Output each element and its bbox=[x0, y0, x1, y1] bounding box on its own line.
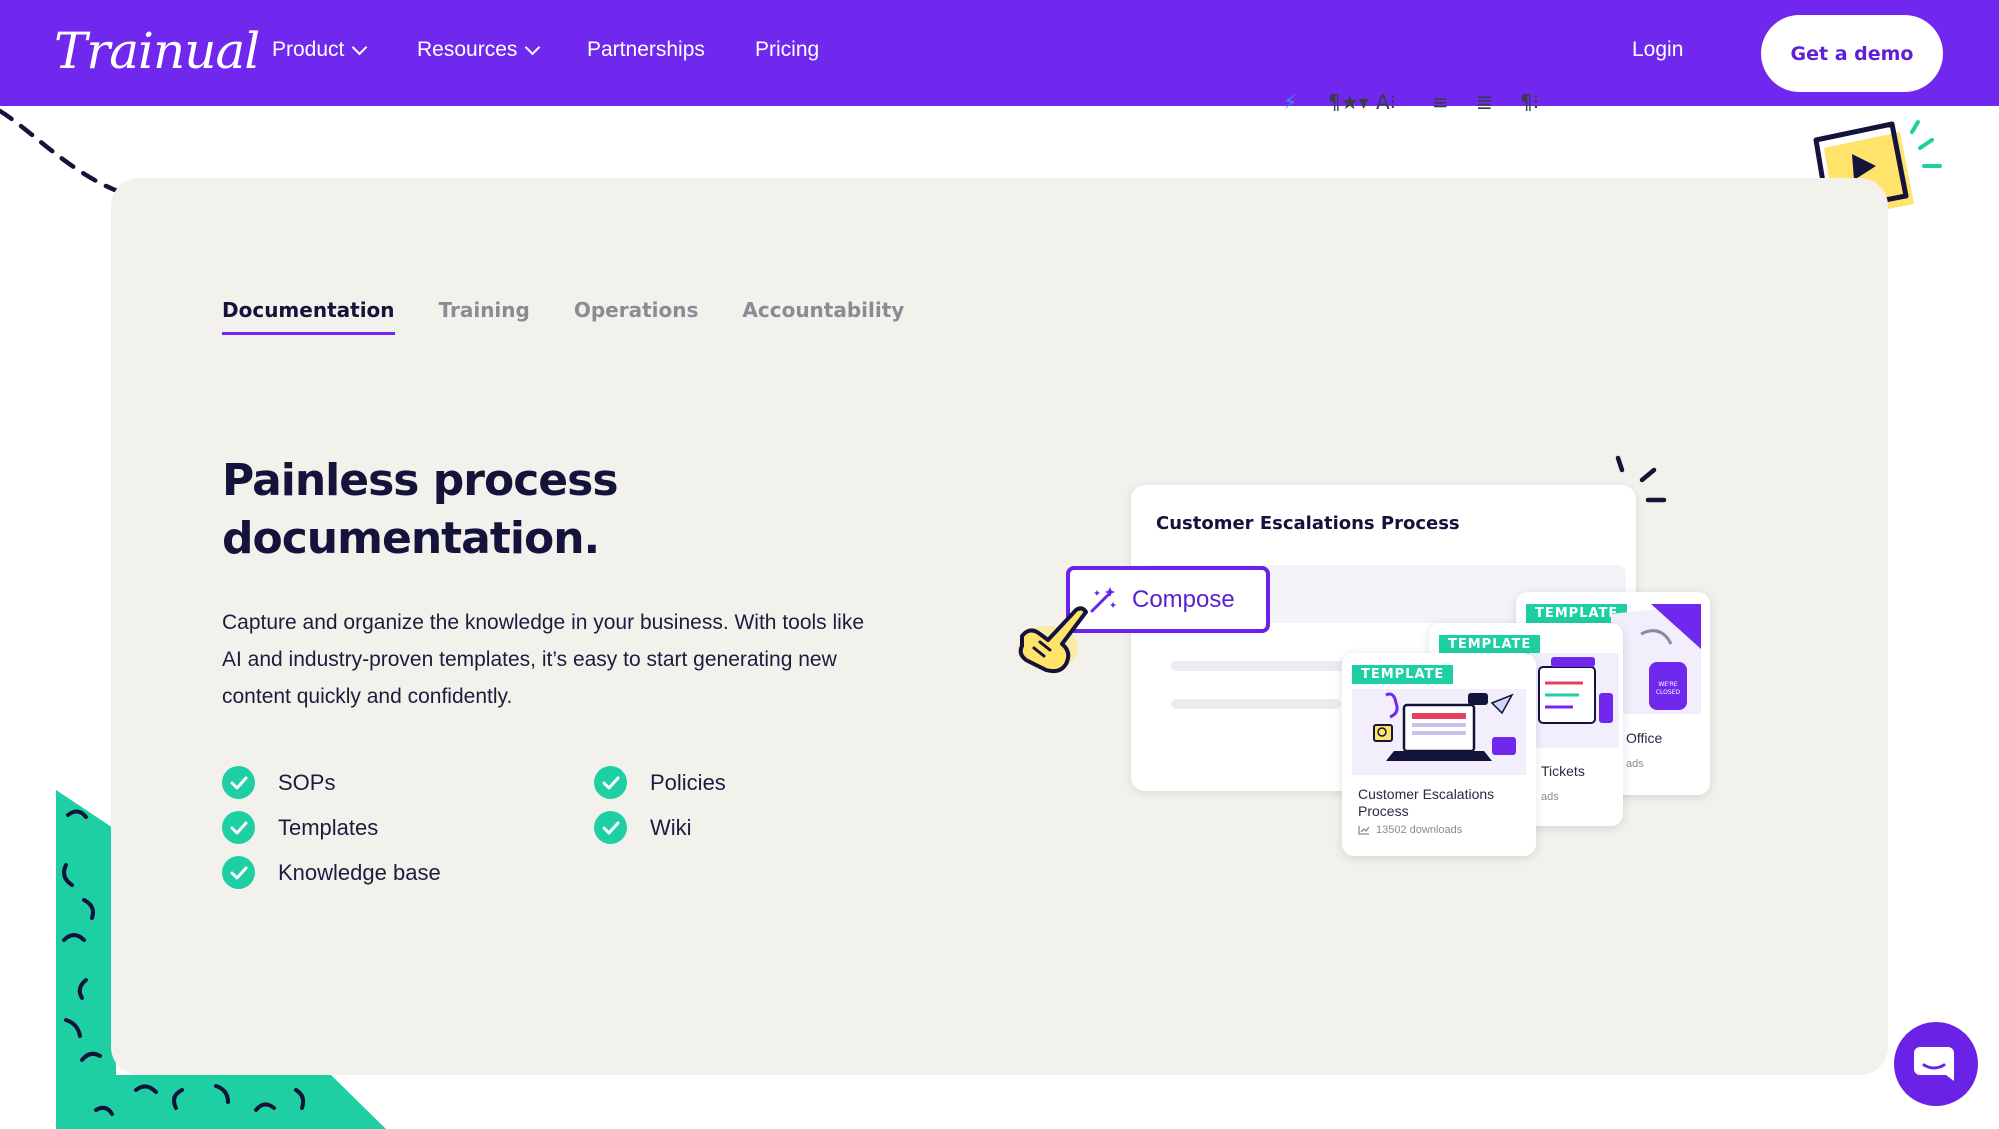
nav-pricing-label: Pricing bbox=[755, 38, 820, 61]
nav-partnerships-label: Partnerships bbox=[587, 38, 705, 61]
check-icon bbox=[222, 766, 255, 799]
feature-label: Policies bbox=[650, 769, 726, 795]
text-placeholder-line bbox=[1171, 699, 1341, 709]
headline-line-2: documentation. bbox=[222, 513, 600, 564]
compose-label: Compose bbox=[1132, 585, 1235, 613]
align-center-icon: ≣ bbox=[1476, 90, 1493, 114]
nav-pricing[interactable]: Pricing bbox=[755, 38, 819, 62]
feature-label: SOPs bbox=[278, 769, 336, 795]
chat-support-button[interactable] bbox=[1894, 1022, 1978, 1106]
template-name: Office bbox=[1626, 730, 1663, 746]
nav-partnerships[interactable]: Partnerships bbox=[587, 38, 705, 62]
paragraph-style-icon: ¶★▾ bbox=[1328, 90, 1369, 114]
template-badge: TEMPLATE bbox=[1352, 665, 1454, 684]
feature-item-knowledge-base: Knowledge base bbox=[222, 856, 594, 889]
sign-text: WE'RE bbox=[1658, 681, 1678, 688]
template-name: Tickets bbox=[1541, 763, 1585, 779]
text-placeholder-line bbox=[1171, 661, 1371, 671]
document-title: Customer Escalations Process bbox=[1156, 513, 1460, 534]
chevron-down-icon bbox=[525, 39, 541, 55]
template-name-line-1: Customer Escalations bbox=[1358, 786, 1495, 802]
nav-product[interactable]: Product bbox=[272, 38, 368, 62]
feature-item-wiki: Wiki bbox=[594, 811, 842, 844]
feature-label: Templates bbox=[278, 814, 379, 840]
feature-tabs: Documentation Training Operations Accoun… bbox=[222, 298, 904, 335]
pointer-hand-icon bbox=[1018, 606, 1088, 674]
lightning-icon: ⚡ bbox=[1283, 90, 1298, 114]
sign-text: CLOSED bbox=[1656, 689, 1681, 696]
feature-item-templates: Templates bbox=[222, 811, 594, 844]
login-link[interactable]: Login bbox=[1632, 38, 1683, 62]
template-card-customer-escalations: TEMPLATE Customer Escalations Process 13… bbox=[1342, 653, 1536, 856]
compose-button-mockup: Compose bbox=[1066, 566, 1270, 633]
hero-headline: Painless process documentation. bbox=[222, 452, 822, 568]
nav-resources[interactable]: Resources bbox=[417, 38, 541, 62]
tab-documentation[interactable]: Documentation bbox=[222, 298, 395, 335]
feature-item-sops: SOPs bbox=[222, 766, 594, 799]
nav-product-label: Product bbox=[272, 38, 345, 61]
top-navigation-bar: Trainual Product Resources Partnerships … bbox=[0, 0, 1999, 106]
closed-sign-image: WE'RE CLOSED bbox=[1611, 604, 1701, 714]
ticket-board-image bbox=[1529, 653, 1619, 748]
text-size-icon: A⁝ bbox=[1376, 90, 1397, 114]
tab-operations[interactable]: Operations bbox=[574, 298, 699, 335]
template-downloads: ads bbox=[1541, 791, 1559, 803]
feature-item-policies: Policies bbox=[594, 766, 842, 799]
headline-line-1: Painless process bbox=[222, 455, 619, 506]
check-icon bbox=[222, 856, 255, 889]
tab-training[interactable]: Training bbox=[439, 298, 530, 335]
feature-label: Wiki bbox=[650, 814, 692, 840]
template-downloads: 13502 downloads bbox=[1376, 824, 1463, 836]
template-badge: TEMPLATE bbox=[1439, 635, 1541, 654]
feature-list: SOPs Policies Templates Wiki Knowledge b… bbox=[222, 766, 842, 889]
laptop-illustration bbox=[1352, 689, 1526, 775]
check-icon bbox=[222, 811, 255, 844]
template-name-line-2: Process bbox=[1358, 803, 1409, 819]
check-icon bbox=[594, 766, 627, 799]
downloads-chart-icon bbox=[1358, 826, 1370, 835]
paragraph-icon: ¶⁝ bbox=[1520, 90, 1540, 114]
align-left-icon: ≡ bbox=[1432, 90, 1449, 114]
nav-resources-label: Resources bbox=[417, 38, 518, 61]
get-a-demo-button[interactable]: Get a demo bbox=[1761, 15, 1943, 92]
feature-label: Knowledge base bbox=[278, 859, 441, 885]
template-downloads: ads bbox=[1626, 758, 1644, 770]
tab-accountability[interactable]: Accountability bbox=[742, 298, 904, 335]
trainual-logo[interactable]: Trainual bbox=[54, 22, 260, 80]
hero-description: Capture and organize the knowledge in yo… bbox=[222, 611, 865, 708]
check-icon bbox=[594, 811, 627, 844]
chevron-down-icon bbox=[352, 39, 368, 55]
chat-icon bbox=[1914, 1047, 1954, 1081]
